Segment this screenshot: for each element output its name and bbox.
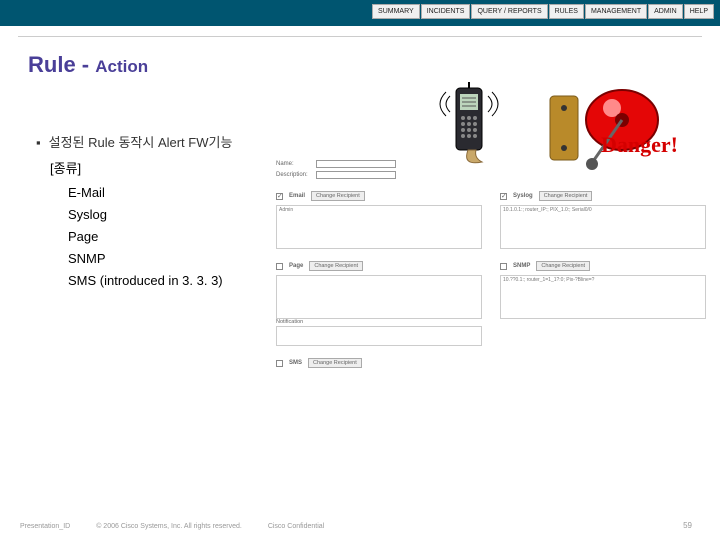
danger-text: Danger! — [601, 132, 678, 157]
divider — [18, 36, 702, 37]
snmp-body[interactable]: 10.??0.1:; router_1=1_1?:0; Pix-?Bline=? — [500, 275, 706, 319]
desc-field[interactable] — [316, 171, 396, 179]
syslog-checkbox[interactable] — [500, 193, 507, 200]
menu-incidents[interactable]: INCIDENTS — [421, 4, 471, 19]
page-checkbox[interactable] — [276, 263, 283, 270]
email-checkbox[interactable] — [276, 193, 283, 200]
page-body[interactable] — [276, 275, 482, 319]
name-field[interactable] — [316, 160, 396, 168]
page-number: 59 — [683, 521, 692, 530]
snmp-label: SNMP — [513, 263, 530, 269]
action-config-panel: Name: Description: Email Change Recipien… — [276, 160, 706, 372]
syslog-label: Syslog — [513, 193, 533, 199]
bullet-line: 설정된 Rule 동작시 Alert FW기능 — [36, 132, 232, 151]
page-label: Page — [289, 263, 303, 269]
notification-label: Notification — [276, 319, 482, 325]
confidential: Cisco Confidential — [268, 523, 324, 530]
email-change-recipient-button[interactable]: Change Recipient — [311, 191, 365, 201]
menu-query[interactable]: QUERY / REPORTS — [471, 4, 547, 19]
menu-rules[interactable]: RULES — [549, 4, 584, 19]
page-notification-body[interactable] — [276, 326, 482, 346]
menu-management[interactable]: MANAGEMENT — [585, 4, 647, 19]
syslog-change-recipient-button[interactable]: Change Recipient — [539, 191, 593, 201]
snmp-checkbox[interactable] — [500, 263, 507, 270]
page-change-recipient-button[interactable]: Change Recipient — [309, 261, 363, 271]
list-item: SMS (introduced in 3. 3. 3) — [68, 270, 223, 292]
email-section: Email Change Recipient Admin — [276, 191, 482, 249]
sms-label: SMS — [289, 360, 302, 366]
title-main: Rule - — [28, 52, 95, 77]
syslog-body[interactable]: 10.1.0.1:; router_IP:; PIX_1.0:; Serial0… — [500, 205, 706, 249]
app-menu: SUMMARY INCIDENTS QUERY / REPORTS RULES … — [372, 4, 714, 19]
category-label: [종류] — [50, 158, 81, 177]
sms-section: SMS Change Recipient — [276, 358, 482, 372]
topbar: SUMMARY INCIDENTS QUERY / REPORTS RULES … — [0, 0, 720, 26]
email-label: Email — [289, 193, 305, 199]
syslog-section: Syslog Change Recipient 10.1.0.1:; route… — [500, 191, 706, 249]
desc-label: Description: — [276, 172, 316, 178]
name-label: Name: — [276, 161, 316, 167]
snmp-section: SNMP Change Recipient 10.??0.1:; router_… — [500, 261, 706, 346]
menu-help[interactable]: HELP — [684, 4, 714, 19]
sms-change-recipient-button[interactable]: Change Recipient — [308, 358, 362, 368]
type-list: E-Mail Syslog Page SNMP SMS (introduced … — [68, 182, 223, 292]
footer: Presentation_ID © 2006 Cisco Systems, In… — [20, 523, 324, 530]
list-item: Page — [68, 226, 223, 248]
email-body[interactable]: Admin — [276, 205, 482, 249]
list-item: E-Mail — [68, 182, 223, 204]
menu-admin[interactable]: ADMIN — [648, 4, 683, 19]
presentation-id: Presentation_ID — [20, 523, 70, 530]
copyright: © 2006 Cisco Systems, Inc. All rights re… — [96, 523, 242, 530]
slide-title: Rule - Action — [28, 52, 148, 78]
menu-summary[interactable]: SUMMARY — [372, 4, 420, 19]
snmp-change-recipient-button[interactable]: Change Recipient — [536, 261, 590, 271]
sms-checkbox[interactable] — [276, 360, 283, 367]
title-sub: Action — [95, 57, 148, 76]
page-section: Page Change Recipient Notification — [276, 261, 482, 346]
phone-icon — [432, 82, 506, 170]
list-item: SNMP — [68, 248, 223, 270]
list-item: Syslog — [68, 204, 223, 226]
